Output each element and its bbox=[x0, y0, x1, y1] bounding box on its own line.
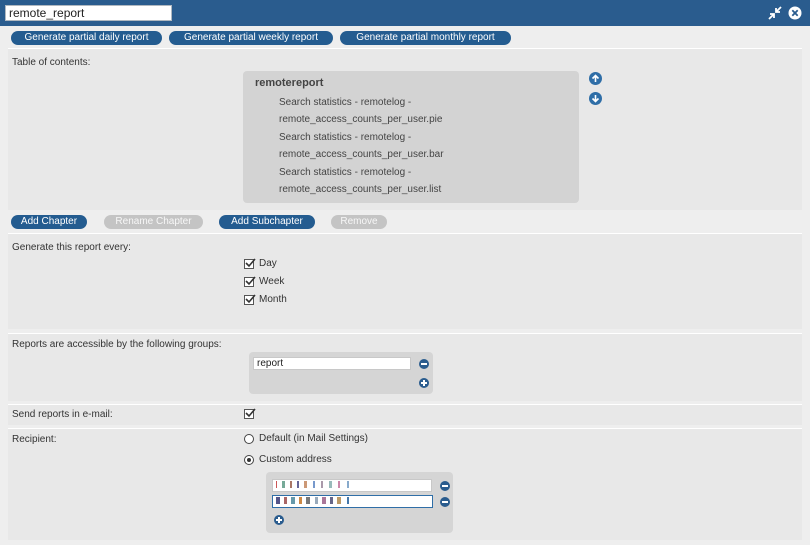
collapse-arrows-icon[interactable] bbox=[767, 5, 783, 21]
send-email-checkbox[interactable] bbox=[244, 408, 256, 419]
rename-chapter-button[interactable]: Rename Chapter bbox=[104, 215, 203, 229]
checkbox-label: Week bbox=[259, 276, 285, 287]
toc-item-line: Search statistics - remotelog - bbox=[279, 132, 412, 143]
close-icon[interactable] bbox=[787, 5, 803, 21]
title-bar bbox=[0, 0, 810, 26]
toc-root-chapter[interactable]: remotereport bbox=[255, 77, 323, 89]
recipient-custom-option[interactable]: Custom address bbox=[244, 454, 332, 465]
email-address-input[interactable] bbox=[272, 479, 432, 492]
toc-item-line: remote_access_counts_per_user.bar bbox=[279, 149, 444, 160]
toc-tree[interactable]: remotereport Search statistics - remotel… bbox=[243, 71, 579, 203]
toc-item-line: remote_access_counts_per_user.list bbox=[279, 184, 442, 195]
report-name-input[interactable] bbox=[5, 5, 172, 21]
checkbox[interactable] bbox=[244, 257, 256, 269]
email-address-input[interactable] bbox=[272, 495, 433, 508]
toc-label: Table of contents: bbox=[12, 57, 91, 68]
groups-list bbox=[249, 352, 433, 394]
toc-item-line: Search statistics - remotelog - bbox=[279, 97, 412, 108]
checkbox-label: Day bbox=[259, 258, 277, 269]
schedule-month-option[interactable]: Month bbox=[244, 293, 287, 305]
generate-monthly-report-button[interactable]: Generate partial monthly report bbox=[340, 31, 511, 45]
arrow-down-icon[interactable] bbox=[589, 92, 602, 105]
toc-item-line: Search statistics - remotelog - bbox=[279, 167, 412, 178]
schedule-label: Generate this report every: bbox=[12, 242, 131, 253]
custom-address-list bbox=[266, 472, 453, 533]
plus-icon[interactable] bbox=[419, 378, 429, 388]
minus-icon[interactable] bbox=[440, 481, 450, 491]
toc-item-list[interactable]: Search statistics - remotelog - remote_a… bbox=[279, 164, 441, 198]
schedule-week-option[interactable]: Week bbox=[244, 275, 285, 287]
toc-item-line: remote_access_counts_per_user.pie bbox=[279, 114, 443, 125]
recipient-default-option[interactable]: Default (in Mail Settings) bbox=[244, 433, 368, 444]
arrow-up-icon[interactable] bbox=[589, 72, 602, 85]
checkbox-label: Month bbox=[259, 294, 287, 305]
radio-label: Default (in Mail Settings) bbox=[259, 433, 368, 444]
add-subchapter-button[interactable]: Add Subchapter bbox=[219, 215, 315, 229]
add-chapter-button[interactable]: Add Chapter bbox=[11, 215, 87, 229]
schedule-day-option[interactable]: Day bbox=[244, 257, 277, 269]
generate-weekly-report-button[interactable]: Generate partial weekly report bbox=[169, 31, 333, 45]
radio-label: Custom address bbox=[259, 454, 332, 465]
toc-item-pie[interactable]: Search statistics - remotelog - remote_a… bbox=[279, 94, 442, 128]
group-input[interactable] bbox=[253, 357, 411, 370]
recipient-label: Recipient: bbox=[12, 434, 57, 445]
checkbox[interactable] bbox=[244, 275, 256, 287]
minus-icon[interactable] bbox=[419, 359, 429, 369]
remove-button[interactable]: Remove bbox=[331, 215, 387, 229]
groups-label: Reports are accessible by the following … bbox=[12, 339, 222, 350]
toc-item-bar[interactable]: Search statistics - remotelog - remote_a… bbox=[279, 129, 444, 163]
plus-icon[interactable] bbox=[274, 515, 284, 525]
radio-button[interactable] bbox=[244, 454, 254, 465]
minus-icon[interactable] bbox=[440, 497, 450, 507]
radio-button[interactable] bbox=[244, 433, 254, 444]
generate-daily-report-button[interactable]: Generate partial daily report bbox=[11, 31, 162, 45]
email-label: Send reports in e-mail: bbox=[12, 409, 113, 420]
email-section bbox=[8, 404, 802, 425]
checkbox[interactable] bbox=[244, 293, 256, 305]
